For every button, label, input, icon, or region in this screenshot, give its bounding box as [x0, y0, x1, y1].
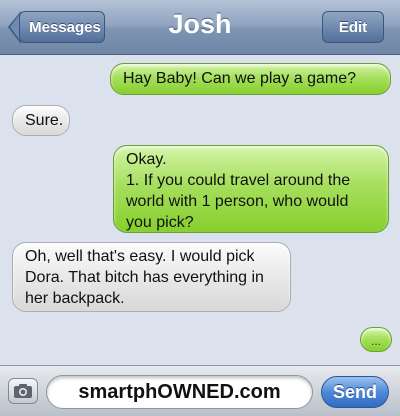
camera-button[interactable] — [8, 378, 38, 404]
camera-icon — [14, 384, 32, 398]
send-button[interactable]: Send — [321, 376, 389, 408]
edit-button[interactable]: Edit — [322, 11, 384, 43]
outgoing-message[interactable]: Hay Baby! Can we play a game? — [110, 63, 391, 95]
navigation-bar: Messages Josh Edit — [0, 0, 400, 55]
message-composer: smartphOWNED.com Send — [0, 365, 400, 416]
typing-indicator: ... — [360, 327, 392, 352]
outgoing-message[interactable]: Okay. 1. If you could travel around the … — [113, 145, 389, 233]
message-text-field[interactable]: smartphOWNED.com — [46, 375, 313, 409]
incoming-message[interactable]: Sure. — [12, 105, 70, 136]
incoming-message[interactable]: Oh, well that's easy. I would pick Dora.… — [12, 242, 291, 312]
